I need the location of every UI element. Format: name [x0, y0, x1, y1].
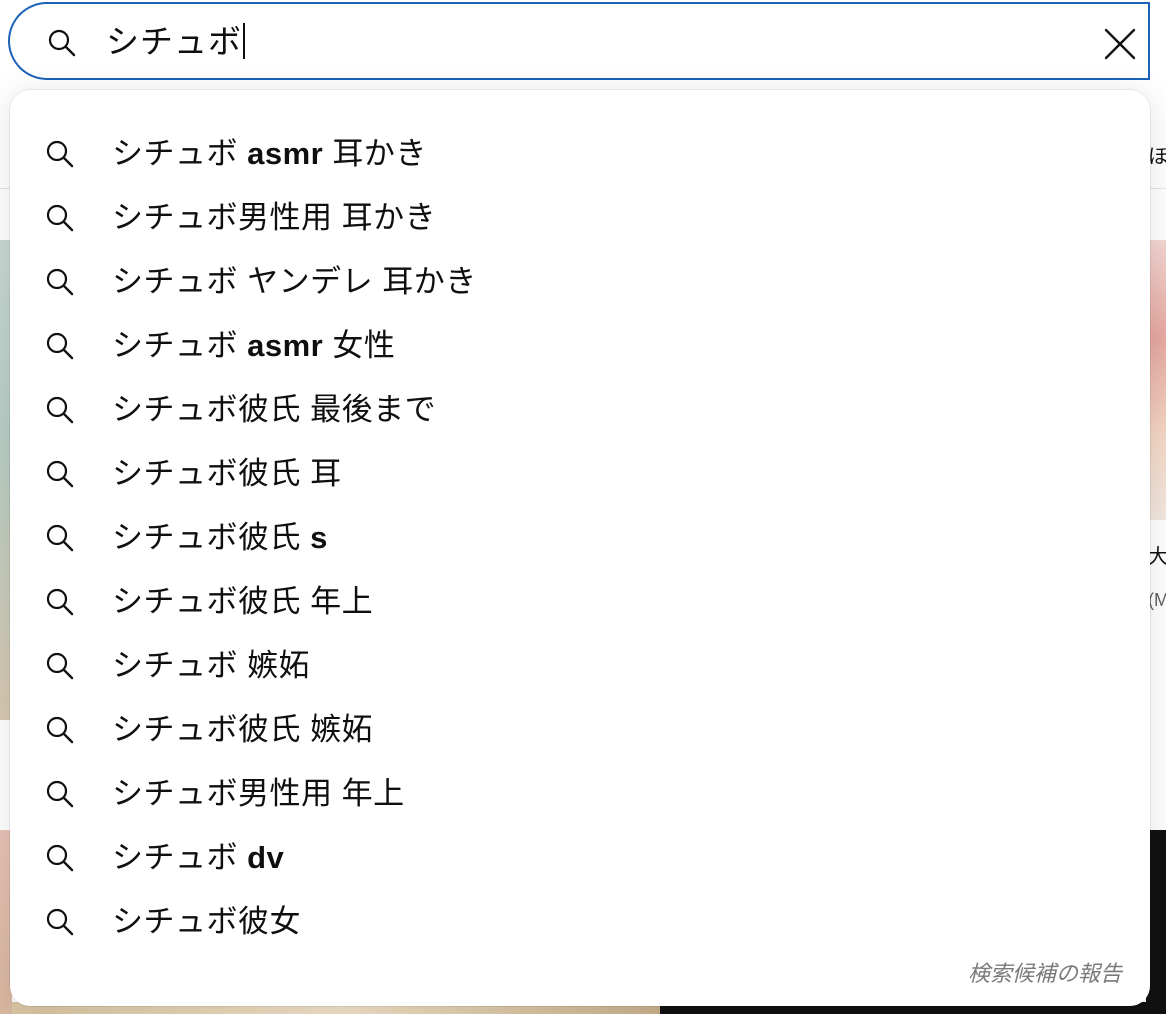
suggestion-completion-part: 彼氏 最後まで — [238, 392, 437, 427]
background-video-title: 大 — [1148, 546, 1166, 568]
suggestion-query-part: シチュボ — [112, 904, 238, 939]
search-bar-edge — [1148, 2, 1150, 80]
background-thumbnail-right — [1150, 240, 1166, 520]
search-icon — [46, 588, 74, 616]
suggestion-completion-part: 男性用 耳かき — [238, 200, 437, 235]
suggestion-item[interactable]: シチュボ彼氏 耳 — [10, 442, 1150, 506]
suggestion-text: シチュボ彼氏 耳 — [112, 453, 342, 495]
suggestion-text: シチュボ asmr 女性 — [112, 325, 395, 367]
search-icon — [48, 29, 76, 57]
suggestion-item[interactable]: シチュボ男性用 年上 — [10, 762, 1150, 826]
suggestion-completion-part: ヤンデレ 耳かき — [238, 264, 477, 299]
suggestion-text: シチュボ dv — [112, 837, 284, 879]
suggestion-item[interactable]: シチュボ彼氏 嫉妬 — [10, 698, 1150, 762]
search-icon — [46, 716, 74, 744]
suggestion-query-part: シチュボ — [112, 520, 238, 555]
suggestion-tail-part: 女性 — [323, 328, 396, 363]
report-suggestions-link[interactable]: 検索候補の報告 — [968, 956, 1122, 988]
suggestion-completion-part: 嫉妬 — [238, 648, 311, 683]
search-icon — [46, 140, 74, 168]
search-icon — [46, 332, 74, 360]
suggestion-tail-part: s — [301, 520, 328, 555]
suggestion-completion-part: 彼氏 嫉妬 — [238, 712, 374, 747]
suggestion-text: シチュボ男性用 年上 — [112, 773, 405, 815]
search-icon — [46, 204, 74, 232]
suggestion-query-part: シチュボ — [112, 648, 238, 683]
suggestion-query-part: シチュボ — [112, 584, 238, 619]
suggestion-completion-part: asmr — [238, 136, 324, 171]
suggestion-completion-part: dv — [238, 840, 285, 875]
suggestion-query-part: シチュボ — [112, 264, 238, 299]
search-query-text: シチュボ — [106, 23, 242, 60]
search-icon — [46, 844, 74, 872]
text-caret — [243, 23, 245, 59]
page: ほ大 大 (M シチュボ シチュボ asmr 耳かきシチュボ男性用 耳かきシチュ… — [0, 0, 1166, 1014]
search-suggestions-popup: シチュボ asmr 耳かき シチュボ男性用 耳かき シチュボ ヤンデレ 耳かき シチュ… — [10, 90, 1150, 1006]
suggestion-item[interactable]: シチュボ彼氏 s — [10, 506, 1150, 570]
suggestion-query-part: シチュボ — [112, 456, 238, 491]
search-icon — [46, 396, 74, 424]
background-text: ほ大 — [1148, 146, 1166, 168]
suggestion-tail-part: 耳かき — [323, 136, 427, 171]
suggestion-text: シチュボ彼氏 嫉妬 — [112, 709, 373, 751]
search-box[interactable]: シチュボ — [8, 2, 1148, 80]
search-icon — [46, 652, 74, 680]
search-icon — [46, 780, 74, 808]
suggestion-completion-part: 彼女 — [238, 904, 301, 939]
suggestion-query-part: シチュボ — [112, 392, 238, 427]
suggestion-item[interactable]: シチュボ ヤンデレ 耳かき — [10, 250, 1150, 314]
suggestion-text: シチュボ彼氏 s — [112, 517, 328, 559]
suggestion-query-part: シチュボ — [112, 136, 238, 171]
suggestion-text: シチュボ ヤンデレ 耳かき — [112, 261, 477, 303]
suggestion-completion-part: 男性用 年上 — [238, 776, 405, 811]
suggestion-item[interactable]: シチュボ asmr 耳かき — [10, 122, 1150, 186]
suggestion-item[interactable]: シチュボ男性用 耳かき — [10, 186, 1150, 250]
suggestion-query-part: シチュボ — [112, 712, 238, 747]
background-video-meta: (M — [1148, 590, 1166, 610]
background-thumbnail-left — [0, 240, 10, 720]
search-icon — [46, 460, 74, 488]
suggestion-item[interactable]: シチュボ dv — [10, 826, 1150, 890]
suggestion-query-part: シチュボ — [112, 328, 238, 363]
suggestion-text: シチュボ男性用 耳かき — [112, 197, 436, 239]
search-icon — [46, 524, 74, 552]
suggestion-completion-part: 彼氏 — [238, 520, 301, 555]
suggestion-item[interactable]: シチュボ asmr 女性 — [10, 314, 1150, 378]
search-input[interactable]: シチュボ — [106, 22, 245, 62]
suggestion-query-part: シチュボ — [112, 200, 238, 235]
suggestion-completion-part: 彼氏 耳 — [238, 456, 342, 491]
suggestion-completion-part: asmr — [238, 328, 324, 363]
suggestion-text: シチュボ彼氏 年上 — [112, 581, 373, 623]
suggestion-query-part: シチュボ — [112, 840, 238, 875]
suggestion-item[interactable]: シチュボ彼女 — [10, 890, 1150, 954]
suggestion-text: シチュボ 嫉妬 — [112, 645, 310, 687]
suggestion-query-part: シチュボ — [112, 776, 238, 811]
suggestion-item[interactable]: シチュボ彼氏 年上 — [10, 570, 1150, 634]
suggestion-item[interactable]: シチュボ 嫉妬 — [10, 634, 1150, 698]
suggestion-list: シチュボ asmr 耳かき シチュボ男性用 耳かき シチュボ ヤンデレ 耳かき シチュ… — [10, 122, 1150, 954]
suggestion-text: シチュボ asmr 耳かき — [112, 133, 427, 175]
suggestion-item[interactable]: シチュボ彼氏 最後まで — [10, 378, 1150, 442]
close-icon[interactable] — [1098, 22, 1142, 66]
search-icon — [46, 268, 74, 296]
suggestion-text: シチュボ彼氏 最後まで — [112, 389, 436, 431]
suggestion-text: シチュボ彼女 — [112, 901, 301, 943]
search-icon — [46, 908, 74, 936]
suggestion-completion-part: 彼氏 年上 — [238, 584, 374, 619]
